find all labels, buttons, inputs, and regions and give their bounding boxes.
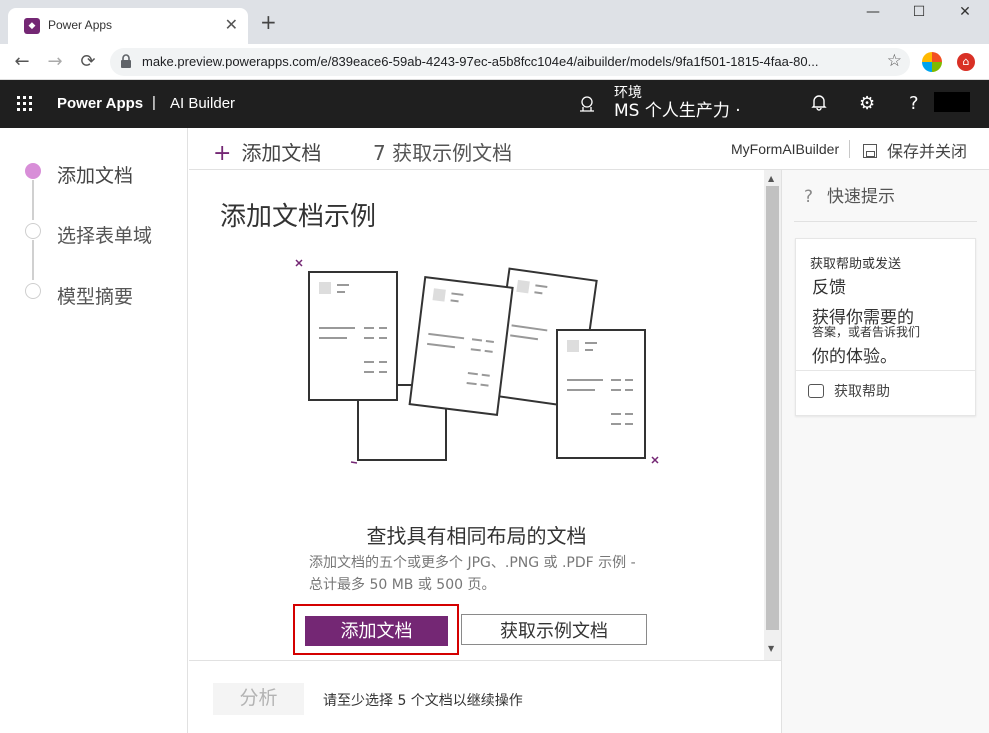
app-name[interactable]: Power Apps <box>57 95 143 112</box>
command-bar: + 添加文档 7 获取示例文档 MyFormAIBuilder 保存并关闭 <box>189 128 989 170</box>
scroll-thumb[interactable] <box>766 186 779 630</box>
plus-icon: + <box>213 141 232 166</box>
step-indicator <box>25 283 41 299</box>
step-model-summary[interactable]: 模型摘要 <box>57 282 133 309</box>
address-bar[interactable]: make.preview.powerapps.com/e/839eace6-59… <box>110 48 910 76</box>
forward-button[interactable]: → <box>43 51 67 72</box>
section-name: AI Builder <box>170 95 236 112</box>
window-close-button[interactable]: ✕ <box>942 4 988 20</box>
header-separator: | <box>152 94 156 111</box>
settings-gear-icon[interactable]: ⚙ <box>859 93 875 114</box>
main-content: 添加文档示例 查找具有相同布局的文档 添加文档的五个或更多个 JPG、.PNG … <box>189 170 764 660</box>
save-and-close-label: 保存并关闭 <box>887 142 968 161</box>
help-card-text: 获取帮助或发送 <box>810 257 902 272</box>
window-minimize-button[interactable]: — <box>850 4 896 20</box>
step-add-documents[interactable]: 添加文档 <box>57 161 133 188</box>
footer-hint: 请至少选择 5 个文档以继续操作 <box>323 693 523 709</box>
tab-close-icon[interactable]: ✕ <box>225 15 238 34</box>
environment-label[interactable]: 环境 <box>614 85 642 101</box>
wizard-stepper: 添加文档 选择表单域 模型摘要 <box>0 128 188 733</box>
browser-tabbar: ◆ Power Apps ✕ + — ☐ ✕ <box>0 0 989 44</box>
step-indicator <box>25 223 41 239</box>
reload-button[interactable]: ⟳ <box>76 51 100 72</box>
analyze-button[interactable]: 分析 <box>213 683 304 715</box>
browser-toolbar: ← → ⟳ make.preview.powerapps.com/e/839ea… <box>0 44 989 80</box>
quick-tips-pane: ? 快速提示 获取帮助或发送 反馈 获得你需要的 答案，或者告诉我们 你的体验。 … <box>781 170 989 733</box>
save-and-close-button[interactable]: 保存并关闭 <box>863 138 967 162</box>
app-header: Power Apps | AI Builder 环境 MS 个人生产力 · ⚙ … <box>0 80 989 128</box>
get-sample-documents-command[interactable]: 7 获取示例文档 <box>373 137 512 166</box>
avatar[interactable] <box>934 92 970 112</box>
back-button[interactable]: ← <box>10 51 34 72</box>
extension-icon[interactable] <box>922 52 942 72</box>
footer-bar: 分析 请至少选择 5 个文档以继续操作 <box>189 660 781 733</box>
find-documents-description: 添加文档的五个或更多个 JPG、.PNG 或 .PDF 示例 - 总计最多 50… <box>309 555 636 593</box>
extension-red-icon[interactable]: ⌂ <box>957 53 975 71</box>
documents-illustration <box>295 259 659 464</box>
powerapps-favicon-icon: ◆ <box>24 18 40 34</box>
help-card-text: 答案，或者告诉我们 <box>812 325 921 339</box>
help-question-icon[interactable]: ? <box>909 93 919 114</box>
window-maximize-button[interactable]: ☐ <box>896 4 942 20</box>
divider <box>794 221 977 222</box>
lock-icon <box>121 54 131 68</box>
model-name: MyFormAIBuilder <box>731 141 840 157</box>
bookmark-star-icon[interactable]: ☆ <box>887 51 902 71</box>
get-sample-documents-button[interactable]: 获取示例文档 <box>461 614 647 645</box>
quick-tips-header: ? 快速提示 <box>804 182 895 207</box>
main-scrollbar[interactable]: ▲ ▼ <box>764 170 781 660</box>
add-documents-label: 添加文档 <box>241 141 322 165</box>
step-select-fields[interactable]: 选择表单域 <box>57 221 152 248</box>
quick-tips-title: 快速提示 <box>827 187 896 207</box>
scroll-up-icon[interactable]: ▲ <box>768 174 774 183</box>
page-title: 添加文档示例 <box>220 202 377 232</box>
notifications-bell-icon[interactable] <box>811 93 827 116</box>
environment-name[interactable]: MS 个人生产力 · <box>614 101 741 121</box>
step-connector <box>32 240 34 280</box>
add-documents-button[interactable]: 添加文档 <box>305 616 448 646</box>
divider <box>796 370 975 371</box>
chat-help-icon <box>808 384 824 398</box>
save-icon <box>863 144 877 158</box>
new-tab-button[interactable]: + <box>260 12 277 32</box>
environment-icon[interactable] <box>578 95 596 113</box>
help-card: 获取帮助或发送 反馈 获得你需要的 答案，或者告诉我们 你的体验。 获取帮助 <box>795 238 976 416</box>
browser-tab[interactable]: ◆ Power Apps ✕ <box>8 8 248 44</box>
divider <box>849 140 850 158</box>
waffle-menu-icon[interactable] <box>17 96 33 112</box>
get-help-label: 获取帮助 <box>834 384 890 400</box>
find-documents-heading: 查找具有相同布局的文档 <box>366 524 587 548</box>
step-indicator-active <box>25 163 41 179</box>
question-icon: ? <box>804 187 814 207</box>
get-help-link[interactable]: 获取帮助 <box>808 381 890 401</box>
help-card-text: 反馈 <box>812 278 846 298</box>
add-documents-command[interactable]: + 添加文档 <box>213 137 321 166</box>
tab-title: Power Apps <box>48 18 113 32</box>
scroll-down-icon[interactable]: ▼ <box>768 644 774 653</box>
help-card-text: 你的体验。 <box>812 347 897 367</box>
url-text[interactable]: make.preview.powerapps.com/e/839eace6-59… <box>142 54 818 69</box>
step-connector <box>32 180 34 220</box>
